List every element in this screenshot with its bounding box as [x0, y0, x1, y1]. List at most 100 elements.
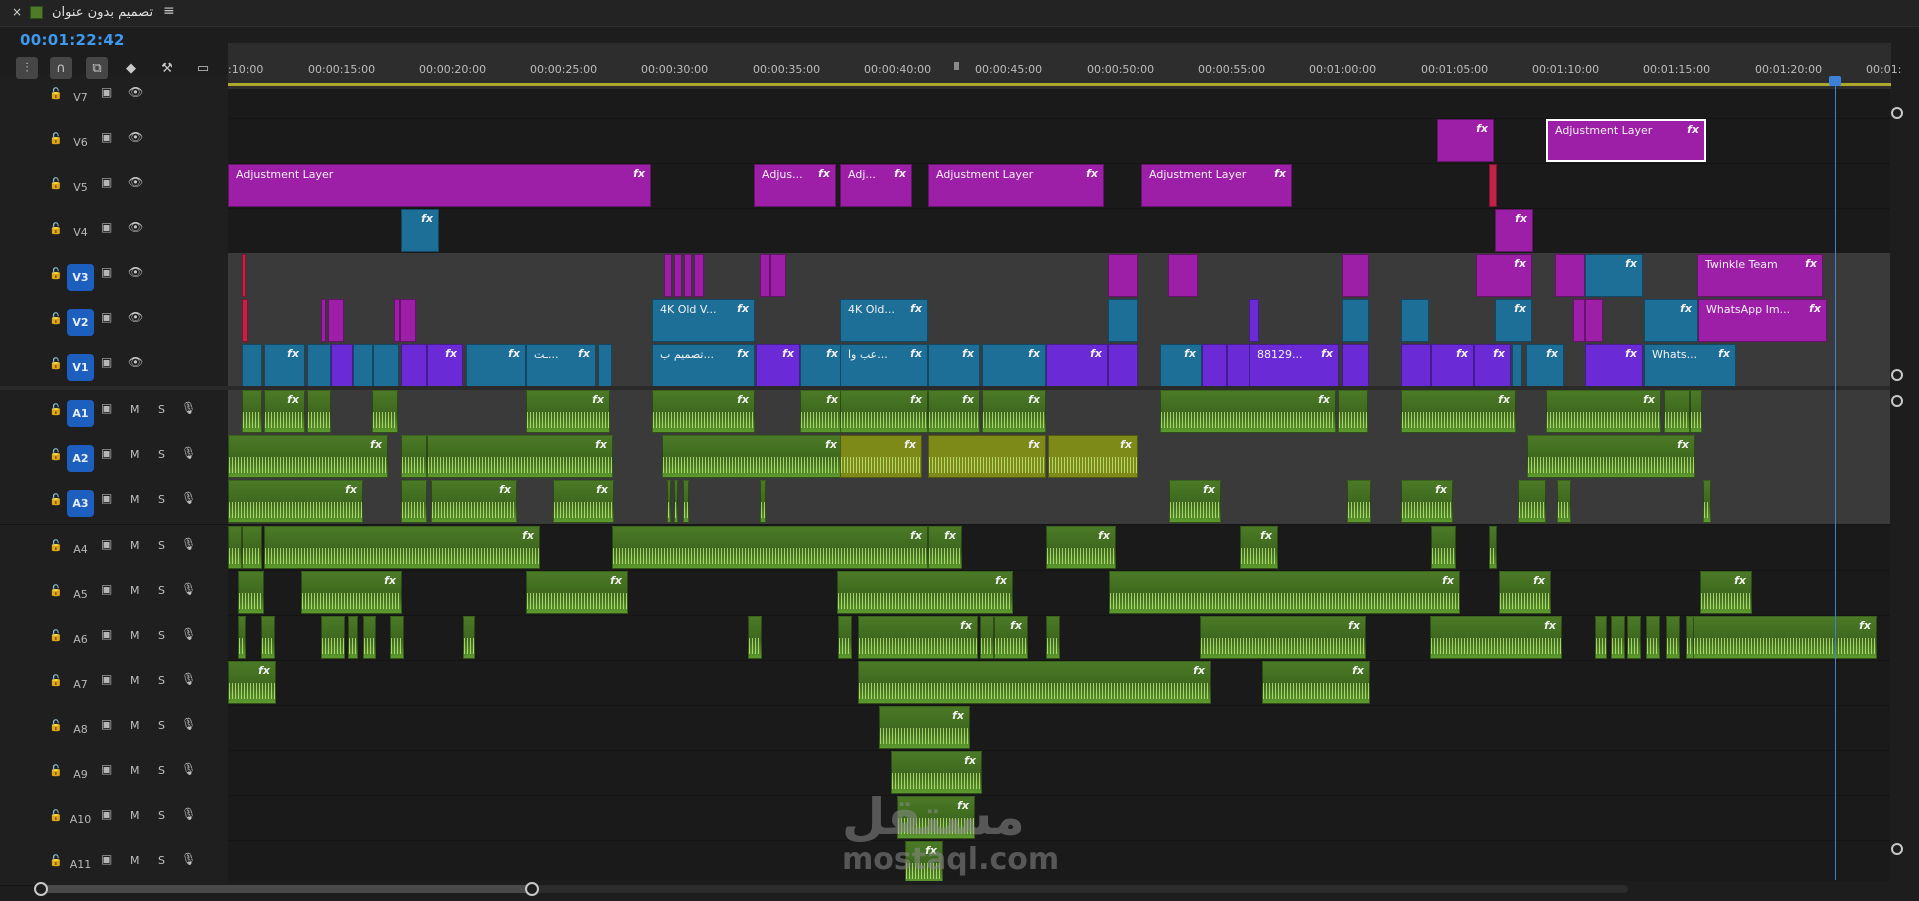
clip-v2[interactable]: WhatsApp Im... fx: [1698, 299, 1827, 342]
clip-a4[interactable]: fx: [612, 526, 928, 569]
eye-visibility-icon[interactable]: 👁: [128, 310, 143, 324]
clip-v2[interactable]: [1342, 299, 1369, 342]
clip-v3[interactable]: [684, 254, 692, 297]
clip-v2[interactable]: [1108, 299, 1138, 342]
clip-a6[interactable]: [980, 616, 994, 659]
clip-v2[interactable]: fx: [1495, 299, 1532, 342]
clip-v1[interactable]: تصميم ب... fx: [652, 344, 755, 387]
clip-a1[interactable]: [1338, 390, 1368, 433]
clip-v3[interactable]: [1555, 254, 1585, 297]
solo-button[interactable]: S: [158, 854, 165, 867]
clip-a4[interactable]: fx: [1240, 526, 1278, 569]
scroll-right-handle[interactable]: [525, 882, 539, 896]
lock-icon[interactable]: 🔓: [49, 719, 63, 732]
clip-a6[interactable]: fx: [1430, 616, 1562, 659]
clip-v1[interactable]: fx: [264, 344, 305, 387]
clip-v6[interactable]: fx: [1437, 119, 1494, 162]
clip-a5[interactable]: [238, 571, 264, 614]
clip-a3[interactable]: [401, 480, 427, 523]
clip-v1[interactable]: fx: [928, 344, 980, 387]
clip-v3[interactable]: [1168, 254, 1198, 297]
clip-a6[interactable]: [1595, 616, 1607, 659]
clip-v1[interactable]: [1202, 344, 1227, 387]
clip-v1[interactable]: fx: [466, 344, 526, 387]
toggle-sync-lock-icon[interactable]: ▣: [101, 401, 112, 415]
clip-v2[interactable]: [1249, 299, 1259, 342]
eye-visibility-icon[interactable]: 👁: [128, 85, 143, 99]
clip-v1[interactable]: fx: [1474, 344, 1511, 387]
clip-v5[interactable]: Adjustment Layer fx: [928, 164, 1104, 207]
clip-a2[interactable]: fx: [1048, 435, 1138, 478]
track-target-v3[interactable]: V3: [67, 264, 94, 291]
clip-v4[interactable]: fx: [401, 209, 439, 252]
clip-v2[interactable]: [321, 299, 326, 342]
clip-a3[interactable]: [1703, 480, 1711, 523]
clip-a3[interactable]: [1557, 480, 1571, 523]
clip-a6[interactable]: [348, 616, 358, 659]
clip-a3[interactable]: [1347, 480, 1371, 523]
clip-v2[interactable]: [1585, 299, 1603, 342]
clip-v1[interactable]: [1401, 344, 1431, 387]
eye-visibility-icon[interactable]: 👁: [128, 355, 143, 369]
clip-v3[interactable]: [760, 254, 770, 297]
mute-button[interactable]: M: [130, 854, 140, 867]
clip-a5[interactable]: fx: [1700, 571, 1752, 614]
clip-v1[interactable]: fx: [1585, 344, 1643, 387]
clip-a2[interactable]: fx: [1527, 435, 1695, 478]
toggle-sync-lock-icon[interactable]: ▣: [101, 220, 112, 234]
close-panel-icon[interactable]: ×: [12, 5, 22, 19]
clip-a1[interactable]: fx: [800, 390, 844, 433]
clip-a7[interactable]: fx: [1262, 661, 1370, 704]
clip-a4[interactable]: [228, 526, 242, 569]
eye-visibility-icon[interactable]: 👁: [128, 130, 143, 144]
clip-a5[interactable]: fx: [526, 571, 628, 614]
track-target-a5[interactable]: A5: [67, 581, 94, 608]
clip-v2[interactable]: [1573, 299, 1585, 342]
clip-v1[interactable]: [331, 344, 353, 387]
clip-a6[interactable]: [1666, 616, 1680, 659]
clip-a5[interactable]: fx: [837, 571, 1013, 614]
clip-a1[interactable]: fx: [1401, 390, 1516, 433]
clip-v2[interactable]: [1401, 299, 1429, 342]
clip-a6[interactable]: [1046, 616, 1060, 659]
eye-visibility-icon[interactable]: 👁: [128, 220, 143, 234]
solo-button[interactable]: S: [158, 764, 165, 777]
toggle-sync-lock-icon[interactable]: ▣: [101, 491, 112, 505]
lock-icon[interactable]: 🔓: [49, 357, 63, 370]
track-target-a11[interactable]: A11: [67, 851, 94, 878]
horizontal-zoom-scrollbar[interactable]: [30, 880, 1630, 898]
solo-button[interactable]: S: [158, 719, 165, 732]
toggle-sync-lock-icon[interactable]: ▣: [101, 310, 112, 324]
clip-v1[interactable]: fx: [427, 344, 463, 387]
clip-v1[interactable]: [1342, 344, 1369, 387]
clip-v3[interactable]: fx: [1585, 254, 1643, 297]
clip-v2[interactable]: [242, 299, 248, 342]
clip-a3[interactable]: [683, 480, 689, 523]
clip-a3[interactable]: fx: [1401, 480, 1453, 523]
clip-v1[interactable]: [307, 344, 331, 387]
time-ruler[interactable]: :10:00 00:00:15:00 00:00:20:00 00:00:25:00 0…: [228, 43, 1901, 89]
clip-a3[interactable]: fx: [228, 480, 363, 523]
clip-v5[interactable]: Adj... fx: [840, 164, 912, 207]
clip-a6[interactable]: [390, 616, 404, 659]
clip-a3[interactable]: fx: [431, 480, 517, 523]
clip-a1[interactable]: fx: [840, 390, 928, 433]
insert-sequence-tool[interactable]: ⫶: [16, 57, 38, 79]
clip-a3[interactable]: [667, 480, 671, 523]
clip-a5[interactable]: fx: [1499, 571, 1551, 614]
lock-icon[interactable]: 🔓: [49, 539, 63, 552]
microphone-record-icon[interactable]: 🎙: [181, 762, 196, 776]
clip-a7[interactable]: fx: [228, 661, 276, 704]
clip-v1[interactable]: ـت... fx: [526, 344, 596, 387]
toggle-sync-lock-icon[interactable]: ▣: [101, 627, 112, 641]
clip-a4[interactable]: fx: [1046, 526, 1116, 569]
clip-v4[interactable]: fx: [1495, 209, 1533, 252]
clip-v1[interactable]: fx: [800, 344, 844, 387]
toggle-sync-lock-icon[interactable]: ▣: [101, 582, 112, 596]
mute-button[interactable]: M: [130, 493, 140, 506]
solo-button[interactable]: S: [158, 674, 165, 687]
clip-a1[interactable]: fx: [982, 390, 1046, 433]
track-target-a9[interactable]: A9: [67, 761, 94, 788]
clip-v3[interactable]: [674, 254, 682, 297]
clip-a6[interactable]: [1646, 616, 1660, 659]
